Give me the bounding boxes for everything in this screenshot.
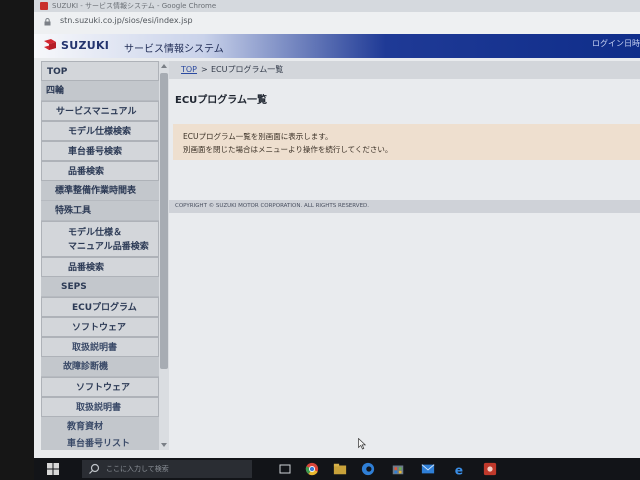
sidebar-item-special-tools[interactable]: 特殊工具 [41,201,159,221]
sidebar-item-seps[interactable]: SEPS [41,277,159,297]
mail-icon[interactable] [420,462,436,476]
window-title: SUZUKI - サービス情報システム - Google Chrome [52,2,217,10]
brand-name: SUZUKI [61,39,110,52]
login-time: ログイン日時 [592,39,640,48]
sidebar-item-seps-manual[interactable]: 取扱説明書 [41,337,159,357]
sidebar-item-four-wheel[interactable]: 四輪 [41,81,159,101]
breadcrumb-separator: > [201,65,208,74]
notice-box: ECUプログラム一覧を別画面に表示します。 別画面を閉じた場合はメニューより操作… [173,124,640,160]
browser-window: SUZUKI - サービス情報システム - Google Chrome stn.… [34,0,640,480]
sidebar-scrollbar[interactable] [159,61,169,450]
breadcrumb-top-link[interactable]: TOP [181,61,197,79]
sidebar-nav: TOP 四輪 サービスマニュアル モデル仕様検索 車台番号検索 品番検索 標準整… [41,61,159,450]
address-bar[interactable]: stn.suzuki.co.jp/sios/esi/index.jsp [34,12,640,35]
breadcrumb-current: ECUプログラム一覧 [211,65,284,74]
sidebar-item-diag-software[interactable]: ソフトウェア [41,377,159,397]
content-area [169,58,640,458]
task-view-icon[interactable] [278,462,292,476]
favicon-icon [40,2,48,10]
sidebar-item-seps-software[interactable]: ソフトウェア [41,317,159,337]
scroll-up-icon[interactable] [161,64,167,68]
chrome-icon[interactable] [304,462,320,476]
sidebar-item-top[interactable]: TOP [41,61,159,81]
file-explorer-icon[interactable] [332,462,348,476]
breadcrumb: TOP > ECUプログラム一覧 [169,61,640,79]
sidebar-item-part-number-search[interactable]: 品番検索 [41,161,159,181]
suzuki-logo-icon [44,39,56,50]
site-header: SUZUKI サービス情報システム ログイン日時 [34,34,640,58]
taskbar-search[interactable]: ここに入力して検索 [82,460,252,478]
search-icon [89,463,100,474]
sidebar-item-ecu-program[interactable]: ECUプログラム [41,297,159,317]
copyright-text: COPYRIGHT © SUZUKI MOTOR CORPORATION. AL… [175,203,370,209]
footer: COPYRIGHT © SUZUKI MOTOR CORPORATION. AL… [169,200,640,213]
notice-line-1: ECUプログラム一覧を別画面に表示します。 [183,132,333,141]
monitor-bezel [0,0,34,480]
taskbar: ここに入力して検索 e [34,458,640,480]
page-title: ECUプログラム一覧 [175,95,267,106]
system-name: サービス情報システム [124,44,224,55]
sidebar-item-frame-number-list[interactable]: 車台番号リスト [41,434,159,450]
sidebar-item-diagnostic-tool[interactable]: 故障診断機 [41,357,159,377]
lock-icon [44,18,51,26]
app-icon[interactable] [482,462,498,476]
store-icon[interactable] [390,462,406,476]
sidebar-item-model-manual-search[interactable]: モデル仕様＆ マニュアル品番検索 [41,221,159,257]
notice-line-2: 別画面を閉じた場合はメニューより操作を続行してください。 [183,145,393,154]
title-bar: SUZUKI - サービス情報システム - Google Chrome [34,0,640,12]
sidebar-item-tools-part-number-search[interactable]: 品番検索 [41,257,159,277]
scroll-thumb[interactable] [160,73,168,369]
edge-icon[interactable] [360,462,376,476]
sidebar-item-frame-number-search[interactable]: 車台番号検索 [41,141,159,161]
search-placeholder: ここに入力して検索 [106,465,169,473]
url-text[interactable]: stn.suzuki.co.jp/sios/esi/index.jsp [60,16,193,25]
internet-explorer-icon[interactable]: e [452,462,468,476]
sidebar-item-labor-time[interactable]: 標準整備作業時間表 [41,181,159,201]
svg-text:e: e [455,463,463,476]
sidebar-item-model-spec-search[interactable]: モデル仕様検索 [41,121,159,141]
scroll-down-icon[interactable] [161,443,167,447]
sidebar-item-diag-manual[interactable]: 取扱説明書 [41,397,159,417]
windows-start-icon[interactable] [46,462,60,476]
mouse-cursor-icon [358,438,366,450]
sidebar-item-service-manual[interactable]: サービスマニュアル [41,101,159,121]
